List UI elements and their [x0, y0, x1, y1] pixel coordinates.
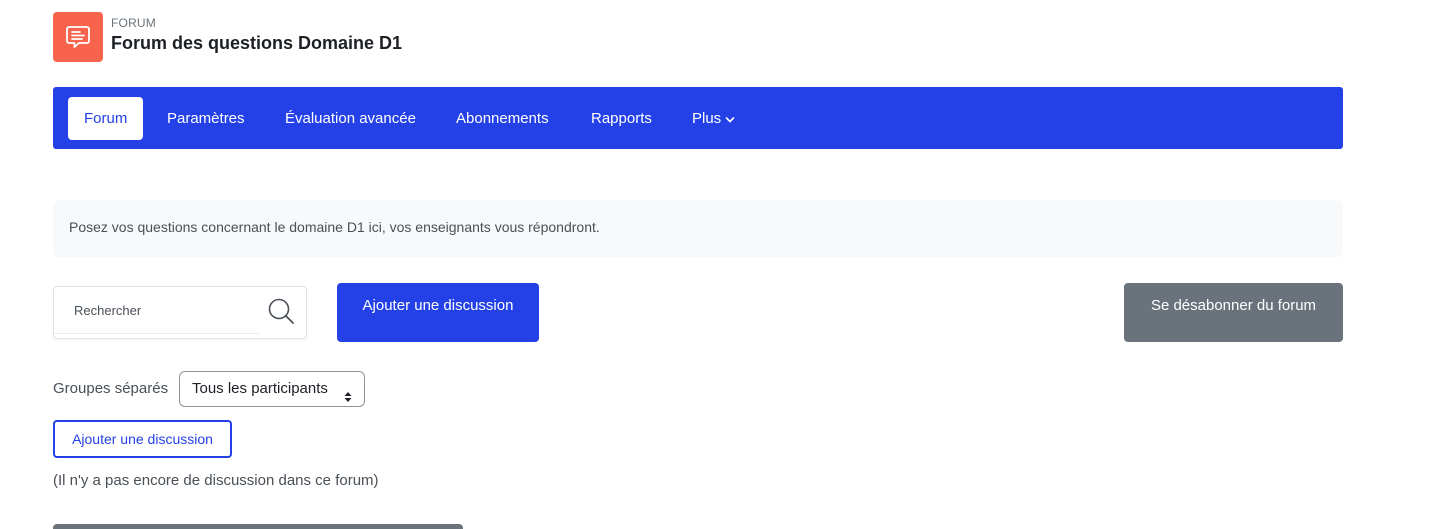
group-select-value: Tous les participants: [192, 380, 328, 397]
search-button[interactable]: [266, 298, 296, 328]
header-text: FORUM Forum des questions Domaine D1: [111, 16, 402, 55]
empty-forum-message: (Il n'y a pas encore de discussion dans …: [53, 472, 379, 489]
forum-intro-box: Posez vos questions concernant le domain…: [53, 200, 1343, 257]
group-mode-label: Groupes séparés: [53, 380, 169, 397]
add-discussion-button[interactable]: Ajouter une discussion: [337, 283, 539, 342]
bottom-button-partial[interactable]: [53, 524, 463, 529]
tab-parametres[interactable]: Paramètres: [167, 97, 245, 140]
page-header: FORUM Forum des questions Domaine D1: [53, 12, 402, 62]
group-select[interactable]: Tous les participants: [179, 371, 365, 407]
tab-forum[interactable]: Forum: [68, 97, 144, 140]
search-input[interactable]: [54, 287, 259, 334]
tab-abonnements[interactable]: Abonnements: [456, 97, 549, 140]
forum-search: [53, 286, 307, 339]
forum-chat-icon: [53, 12, 103, 62]
tab-plus-menu[interactable]: Plus: [692, 97, 735, 140]
tab-plus-label: Plus: [692, 110, 722, 127]
module-type-label: FORUM: [111, 16, 156, 30]
secondary-navigation: Forum Paramètres Évaluation avancée Abon…: [53, 87, 1343, 149]
tab-rapports[interactable]: Rapports: [591, 97, 652, 140]
chevron-down-icon: [725, 98, 735, 141]
add-discussion-outline-button[interactable]: Ajouter une discussion: [53, 420, 232, 458]
forum-intro-text: Posez vos questions concernant le domain…: [69, 219, 600, 235]
page-title: Forum des questions Domaine D1: [111, 33, 403, 53]
select-arrows-icon: [344, 382, 352, 416]
unsubscribe-forum-button[interactable]: Se désabonner du forum: [1124, 283, 1343, 342]
tab-evaluation-avancee[interactable]: Évaluation avancée: [285, 97, 416, 140]
search-icon: [267, 297, 295, 330]
